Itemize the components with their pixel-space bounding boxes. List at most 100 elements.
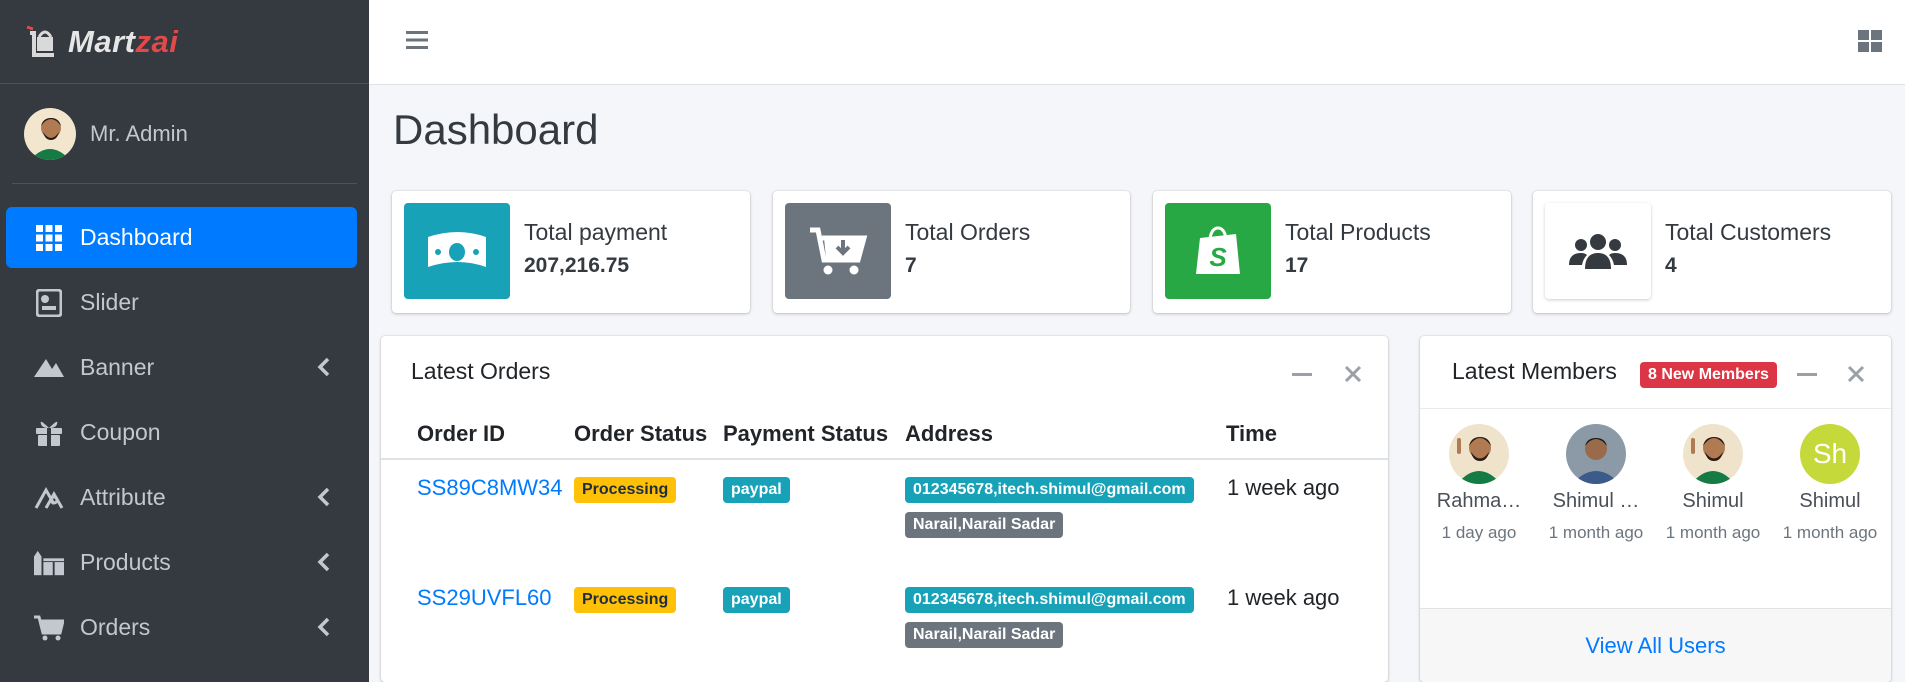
info-box-label: Total Products xyxy=(1285,219,1431,245)
orders-table-header: Order ID Order Status Payment Status Add… xyxy=(417,410,1388,458)
brand-name: Martzai xyxy=(68,23,179,59)
brand[interactable]: Martzai xyxy=(0,0,369,84)
member-name: Shimul xyxy=(1682,490,1744,512)
chevron-left-icon xyxy=(317,617,330,637)
card-title: Latest Orders xyxy=(411,358,551,384)
order-id-link[interactable]: SS29UVFL60 xyxy=(417,585,552,611)
sidebar-item-coupon[interactable]: Coupon xyxy=(6,402,357,463)
member-initials-avatar: Sh xyxy=(1800,424,1860,484)
member-date: 1 day ago xyxy=(1441,523,1517,542)
column-header: Order Status xyxy=(574,421,708,446)
payment-status-badge: paypal xyxy=(723,477,790,503)
member-item[interactable]: Shimul … 1 month ago xyxy=(1541,424,1651,546)
user-panel[interactable]: Mr. Admin xyxy=(12,84,357,184)
latest-orders-card: Latest Orders Order ID Order Status Paym… xyxy=(381,336,1388,682)
member-item[interactable]: Rahma… 1 day ago xyxy=(1424,424,1534,546)
member-name: Shimul xyxy=(1799,490,1861,512)
info-box-total-products: S Total Products 17 xyxy=(1153,191,1511,313)
chevron-left-icon xyxy=(317,487,330,507)
svg-text:S: S xyxy=(1209,242,1227,272)
member-date: 1 month ago xyxy=(1665,523,1761,542)
info-box-total-payment: Total payment 207,216.75 xyxy=(392,191,750,313)
slider-icon xyxy=(34,288,64,318)
close-icon[interactable] xyxy=(1845,363,1867,385)
member-avatar xyxy=(1683,424,1743,484)
info-box-value: 4 xyxy=(1665,254,1677,277)
info-box-label: Total payment xyxy=(524,219,668,245)
order-id-link[interactable]: SS89C8MW34 xyxy=(417,475,563,501)
sidebar-item-label: Coupon xyxy=(80,419,161,445)
shopify-bag-icon: S xyxy=(1165,203,1271,299)
sidebar-item-label: Products xyxy=(80,549,171,575)
order-status-badge: Processing xyxy=(574,477,677,503)
sidebar-item-products[interactable]: Products xyxy=(6,532,357,593)
column-header: Order ID xyxy=(417,421,506,446)
sidebar-item-banner[interactable]: Banner xyxy=(6,337,357,398)
member-item[interactable]: Sh Shimul 1 month ago xyxy=(1775,424,1885,546)
member-item[interactable]: Shimul 1 month ago xyxy=(1658,424,1768,546)
sidebar-nav: Dashboard Slider Banner Coupon Attribute… xyxy=(0,207,369,658)
chevron-left-icon xyxy=(317,552,330,572)
info-box-value: 7 xyxy=(905,254,917,277)
sidebar-item-dashboard[interactable]: Dashboard xyxy=(6,207,357,268)
chevron-left-icon xyxy=(317,357,330,377)
card-title: Latest Members xyxy=(1452,358,1617,384)
fullscreen-grid-icon[interactable] xyxy=(1857,28,1883,54)
member-date: 1 month ago xyxy=(1548,523,1644,542)
column-header: Address xyxy=(905,421,994,446)
sidebar-item-label: Dashboard xyxy=(80,224,193,250)
order-status-badge: Processing xyxy=(574,587,677,613)
sidebar-item-label: Orders xyxy=(80,614,151,640)
order-time: 1 week ago xyxy=(1227,585,1340,610)
hamburger-menu-icon[interactable] xyxy=(405,28,429,52)
minus-icon[interactable] xyxy=(1291,363,1313,385)
warehouse-icon xyxy=(34,548,64,578)
gift-icon xyxy=(34,418,64,448)
info-box-value: 17 xyxy=(1285,254,1309,277)
close-icon[interactable] xyxy=(1342,363,1364,385)
card-header-divider xyxy=(1420,408,1891,409)
info-box-label: Total Orders xyxy=(905,219,1031,245)
top-navbar xyxy=(369,0,1905,85)
member-avatar xyxy=(1449,424,1509,484)
info-box-total-customers: Total Customers 4 xyxy=(1533,191,1891,313)
money-bill-icon xyxy=(404,203,510,299)
new-members-badge: 8 New Members xyxy=(1640,362,1777,388)
sidebar-item-slider[interactable]: Slider xyxy=(6,272,357,333)
member-name: Rahma… xyxy=(1436,490,1522,512)
info-box-value: 207,216.75 xyxy=(524,254,630,277)
page-title: Dashboard xyxy=(393,106,599,153)
banner-icon xyxy=(34,353,64,383)
user-name: Mr. Admin xyxy=(90,120,188,146)
th-grid-icon xyxy=(34,223,64,253)
sidebar-item-orders[interactable]: Orders xyxy=(6,597,357,658)
info-box-total-orders: Total Orders 7 xyxy=(773,191,1130,313)
address-contact-badge: 012345678,itech.shimul@gmail.com xyxy=(905,477,1194,503)
member-avatar xyxy=(1566,424,1626,484)
cart-download-icon xyxy=(785,203,891,299)
member-name: Shimul … xyxy=(1552,490,1640,512)
sidebar-item-label: Attribute xyxy=(80,484,166,510)
address-place-badge: Narail,Narail Sadar xyxy=(905,512,1064,538)
info-box-label: Total Customers xyxy=(1665,219,1832,245)
column-header: Time xyxy=(1226,421,1277,446)
table-header-divider xyxy=(381,458,1388,460)
address-place-badge: Narail,Narail Sadar xyxy=(905,622,1064,648)
brand-logo-icon xyxy=(26,25,54,57)
address-contact-badge: 012345678,itech.shimul@gmail.com xyxy=(905,587,1194,613)
minus-icon[interactable] xyxy=(1796,363,1818,385)
order-time: 1 week ago xyxy=(1227,475,1340,500)
latest-members-card: Latest Members 8 New Members Rahma… 1 da… xyxy=(1420,336,1891,682)
users-icon xyxy=(1545,203,1651,299)
sidebar-item-label: Slider xyxy=(80,289,139,315)
payment-status-badge: paypal xyxy=(723,587,790,613)
cart-icon xyxy=(34,613,64,643)
column-header: Payment Status xyxy=(723,421,889,446)
view-all-users-link[interactable]: View All Users xyxy=(1585,633,1725,659)
avatar xyxy=(24,107,76,160)
sidebar-item-attribute[interactable]: Attribute xyxy=(6,467,357,528)
member-date: 1 month ago xyxy=(1782,523,1878,542)
attribute-icon xyxy=(34,483,64,513)
sidebar-item-label: Banner xyxy=(80,354,155,380)
sidebar: Martzai Mr. Admin Dashboard Slider Banne… xyxy=(0,0,369,682)
